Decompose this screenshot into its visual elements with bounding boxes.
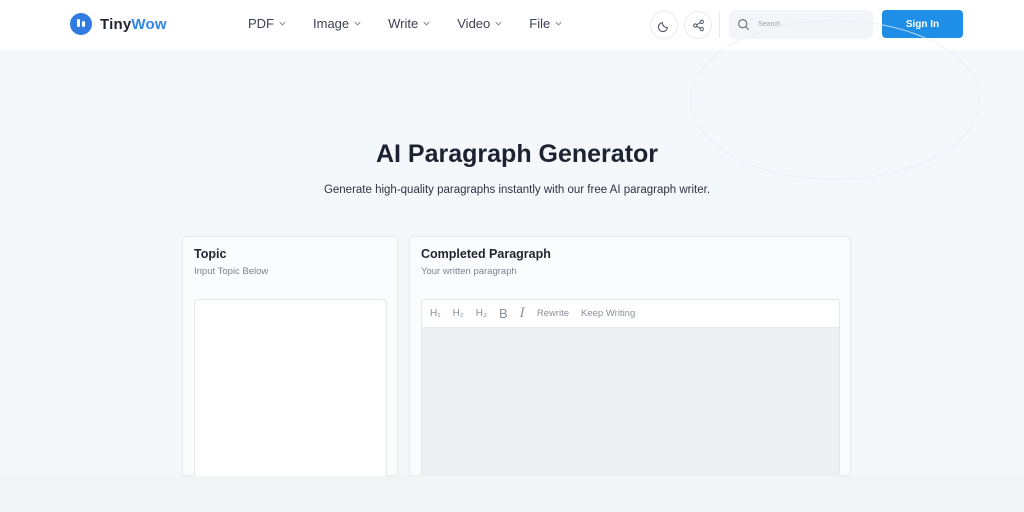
result-panel: Completed Paragraph Your written paragra… (409, 236, 851, 477)
topic-panel-title: Topic (194, 247, 227, 261)
topic-panel: Topic Input Topic Below (182, 236, 398, 477)
result-panel-title: Completed Paragraph (421, 247, 551, 261)
bottom-fade (0, 476, 1024, 512)
nav-item-file[interactable]: File (529, 16, 563, 31)
topic-input[interactable] (194, 299, 387, 477)
chevron-down-icon (494, 19, 503, 28)
logo-text: TinyWow (100, 15, 167, 33)
topic-panel-subtitle: Input Topic Below (194, 266, 269, 277)
nav-item-image[interactable]: Image (313, 16, 362, 31)
italic-button[interactable]: I (520, 306, 525, 321)
chevron-down-icon (278, 19, 287, 28)
page-subtitle: Generate high-quality paragraphs instant… (323, 184, 711, 196)
main-nav: PDF Image Write Video File (248, 16, 589, 31)
result-panel-subtitle: Your written paragraph (421, 266, 517, 277)
paragraph-output-area[interactable] (422, 328, 839, 477)
search-icon (738, 19, 750, 31)
bold-button[interactable]: B (499, 306, 508, 321)
share-button[interactable] (684, 11, 712, 39)
keep-writing-button[interactable]: Keep Writing (581, 308, 635, 319)
paragraph-editor: H₁ H₂ H₃ B I Rewrite Keep Writing (421, 299, 840, 477)
heading-2-button[interactable]: H₂ (453, 308, 464, 319)
nav-item-video[interactable]: Video (457, 16, 503, 31)
editor-toolbar: H₁ H₂ H₃ B I Rewrite Keep Writing (422, 300, 839, 328)
page-title: AI Paragraph Generator (375, 140, 659, 168)
nav-item-write[interactable]: Write (388, 16, 431, 31)
share-icon (692, 19, 704, 31)
chevron-down-icon (554, 19, 563, 28)
rewrite-button[interactable]: Rewrite (537, 308, 569, 319)
logo[interactable]: TinyWow (70, 13, 167, 35)
heading-1-button[interactable]: H₁ (430, 308, 441, 319)
chevron-down-icon (422, 19, 431, 28)
heading-3-button[interactable]: H₃ (476, 308, 487, 319)
theme-toggle-button[interactable] (650, 11, 678, 39)
header-divider (719, 12, 720, 38)
nav-item-pdf[interactable]: PDF (248, 16, 287, 31)
moon-icon (657, 21, 668, 32)
tinywow-logo-icon (70, 13, 92, 35)
chevron-down-icon (353, 19, 362, 28)
